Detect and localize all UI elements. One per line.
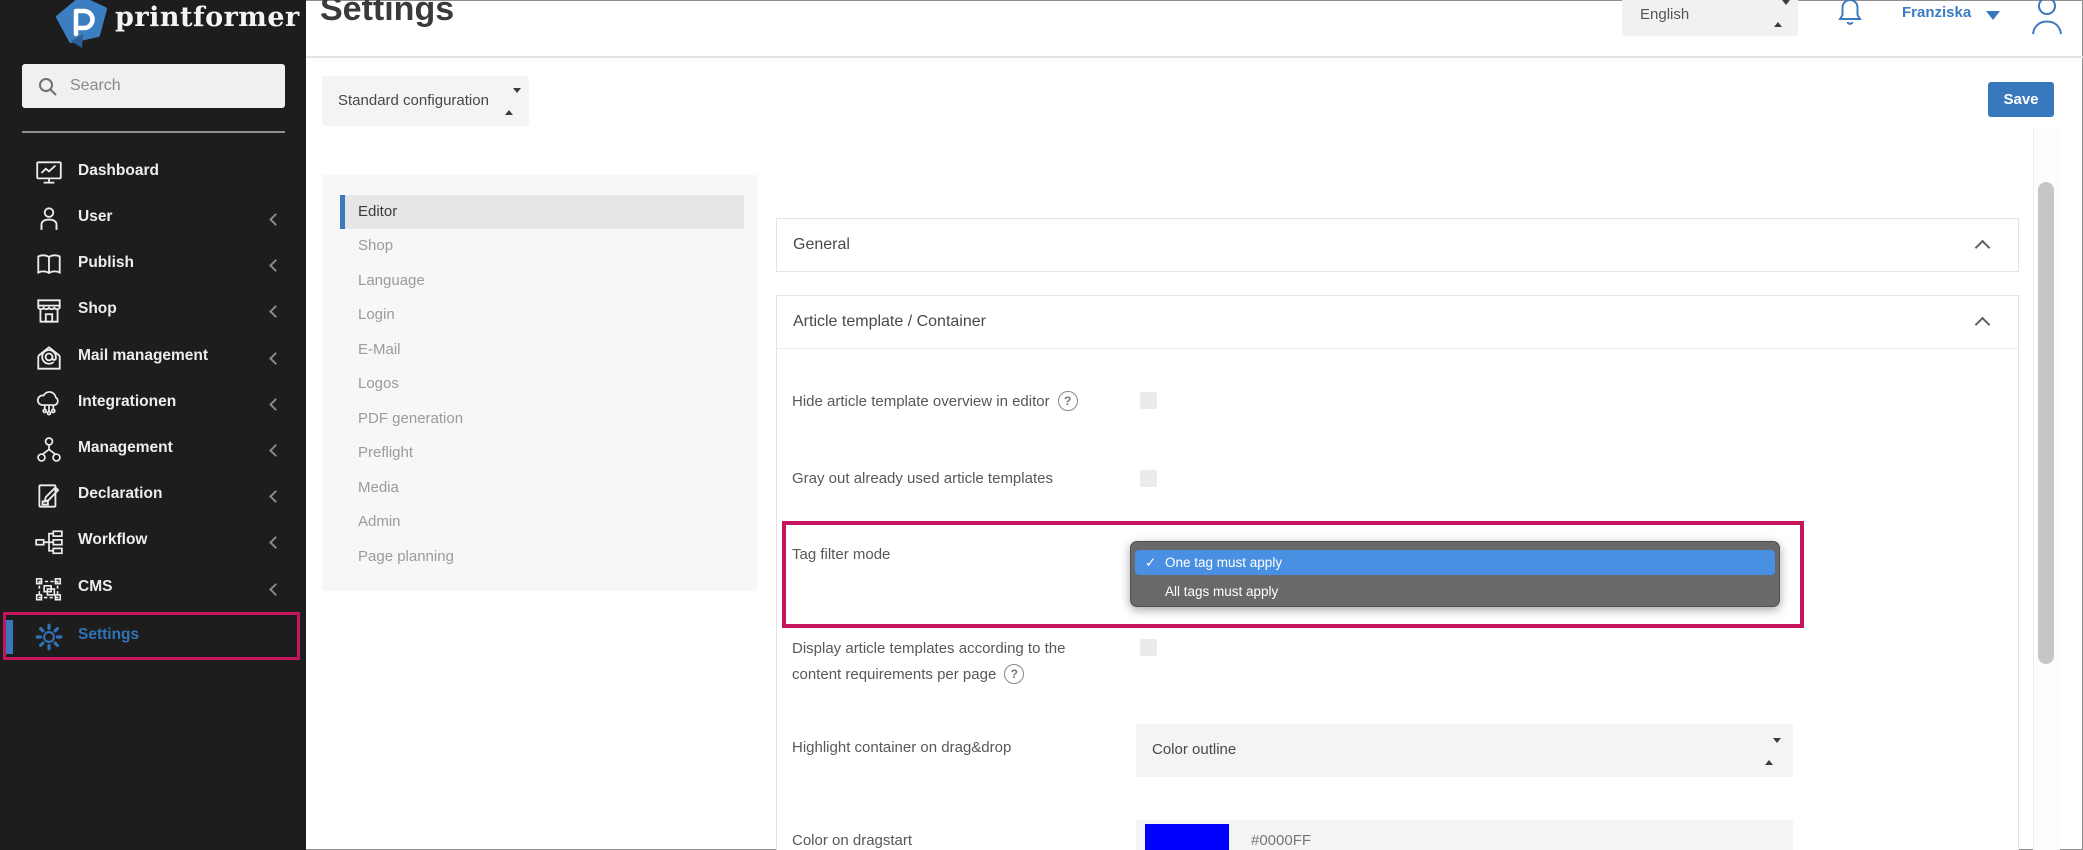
section-article-header[interactable]: Article template / Container: [777, 296, 2018, 349]
display-per-page-label-line1: Display article templates according to t…: [792, 640, 1065, 657]
sidebar-item-dashboard[interactable]: Dashboard: [0, 150, 306, 196]
subnav-item-language[interactable]: Language: [340, 264, 744, 298]
sidebar-item-management[interactable]: Management: [0, 427, 306, 473]
user-name[interactable]: Franziska: [1902, 4, 1971, 21]
subnav-item-preflight[interactable]: Preflight: [340, 436, 744, 470]
color-dragstart-field: #0000FF: [1136, 820, 1793, 850]
color-dragstart-label: Color on dragstart: [792, 832, 912, 849]
declaration-icon: [34, 481, 64, 511]
chevron-left-icon: [269, 398, 282, 411]
section-general: General: [776, 218, 2019, 272]
sidebar-item-workflow[interactable]: Workflow: [0, 519, 306, 565]
select-updown-icon: [505, 93, 515, 111]
tag-filter-label: Tag filter mode: [792, 546, 890, 563]
dropdown-option-selected[interactable]: ✓ One tag must apply: [1135, 550, 1775, 575]
app-viewport: printformer Dashboard User Pu: [0, 0, 2083, 850]
color-hex-value: #0000FF: [1251, 832, 1311, 849]
section-title: Article template / Container: [793, 313, 986, 331]
management-icon: [34, 435, 64, 465]
header-divider: [306, 56, 2083, 58]
dashboard-icon: [34, 158, 64, 188]
active-indicator-bar: [340, 195, 345, 229]
search-icon: [36, 75, 60, 99]
collapse-caret-icon[interactable]: [1975, 240, 1991, 256]
subnav-item-pdf-generation[interactable]: PDF generation: [340, 402, 744, 436]
hide-overview-checkbox[interactable]: [1140, 392, 1157, 409]
notifications-bell-icon[interactable]: [1836, 0, 1864, 32]
sidebar-search[interactable]: [22, 64, 285, 108]
check-icon: ✓: [1145, 550, 1156, 575]
sidebar-item-user[interactable]: User: [0, 196, 306, 242]
user-avatar-icon[interactable]: [2028, 0, 2066, 38]
help-icon[interactable]: ?: [1004, 664, 1024, 684]
sidebar-item-publish[interactable]: Publish: [0, 242, 306, 288]
chevron-left-icon: [269, 536, 282, 549]
sidebar-item-cms[interactable]: CMS: [0, 566, 306, 612]
settings-subnav: Editor Shop Language Login E-Mail Logos …: [322, 175, 757, 591]
dropdown-option[interactable]: All tags must apply: [1135, 579, 1775, 604]
integrations-icon: [34, 389, 64, 419]
configuration-select[interactable]: Standard configuration: [322, 76, 529, 126]
subnav-item-login[interactable]: Login: [340, 298, 744, 332]
publish-icon: [34, 250, 64, 280]
subnav-item-shop[interactable]: Shop: [340, 229, 744, 263]
content-scrollbar-track[interactable]: [2033, 128, 2060, 850]
workflow-icon: [34, 527, 64, 557]
subnav-item-media[interactable]: Media: [340, 471, 744, 505]
user-menu-caret-icon[interactable]: [1986, 11, 2000, 20]
select-updown-icon: [1774, 5, 1784, 23]
printformer-logo-text: printformer: [115, 2, 300, 33]
settings-gear-icon: [34, 622, 64, 652]
sidebar-item-declaration[interactable]: Declaration: [0, 473, 306, 519]
subnav-item-email[interactable]: E-Mail: [340, 333, 744, 367]
sidebar-item-integrationen[interactable]: Integrationen: [0, 381, 306, 427]
mail-icon: [34, 343, 64, 373]
sidebar-item-shop[interactable]: Shop: [0, 288, 306, 334]
help-icon[interactable]: ?: [1058, 391, 1078, 411]
subnav-item-admin[interactable]: Admin: [340, 505, 744, 539]
subnav-item-logos[interactable]: Logos: [340, 367, 744, 401]
display-per-page-label-line2: content requirements per page ?: [792, 664, 1024, 684]
page-title: Settings: [320, 0, 454, 29]
subnav-item-page-planning[interactable]: Page planning: [340, 540, 744, 574]
chevron-left-icon: [269, 259, 282, 272]
chevron-left-icon: [269, 444, 282, 457]
chevron-left-icon: [269, 583, 282, 596]
cms-icon: [34, 574, 64, 604]
printformer-logo-icon[interactable]: [52, 0, 112, 48]
gray-out-checkbox[interactable]: [1140, 470, 1157, 487]
gray-out-label: Gray out already used article templates: [792, 470, 1053, 487]
sidebar-item-mail-management[interactable]: Mail management: [0, 335, 306, 381]
section-general-header[interactable]: General: [777, 219, 2018, 272]
select-updown-icon: [1765, 743, 1775, 761]
subnav-item-editor[interactable]: Editor: [340, 195, 744, 229]
color-swatch[interactable]: [1145, 824, 1229, 850]
chevron-left-icon: [269, 305, 282, 318]
highlight-container-select[interactable]: Color outline: [1136, 724, 1793, 777]
language-select[interactable]: English: [1622, 0, 1798, 36]
section-title: General: [793, 236, 850, 254]
save-button[interactable]: Save: [1988, 82, 2054, 117]
hide-overview-label: Hide article template overview in editor…: [792, 391, 1078, 411]
search-input[interactable]: [70, 64, 270, 108]
chevron-left-icon: [269, 490, 282, 503]
tag-filter-dropdown-menu[interactable]: ✓ One tag must apply All tags must apply: [1130, 541, 1780, 607]
chevron-left-icon: [269, 213, 282, 226]
display-per-page-checkbox[interactable]: [1140, 639, 1157, 656]
user-icon: [34, 204, 64, 234]
chevron-left-icon: [269, 352, 282, 365]
sidebar: printformer Dashboard User Pu: [0, 0, 306, 850]
highlight-container-label: Highlight container on drag&drop: [792, 739, 1011, 756]
sidebar-divider: [22, 131, 285, 133]
content-scrollbar-thumb[interactable]: [2038, 182, 2054, 664]
active-indicator-bar: [6, 620, 13, 654]
sidebar-item-settings[interactable]: Settings: [0, 614, 306, 660]
shop-icon: [34, 296, 64, 326]
collapse-caret-icon[interactable]: [1975, 317, 1991, 333]
